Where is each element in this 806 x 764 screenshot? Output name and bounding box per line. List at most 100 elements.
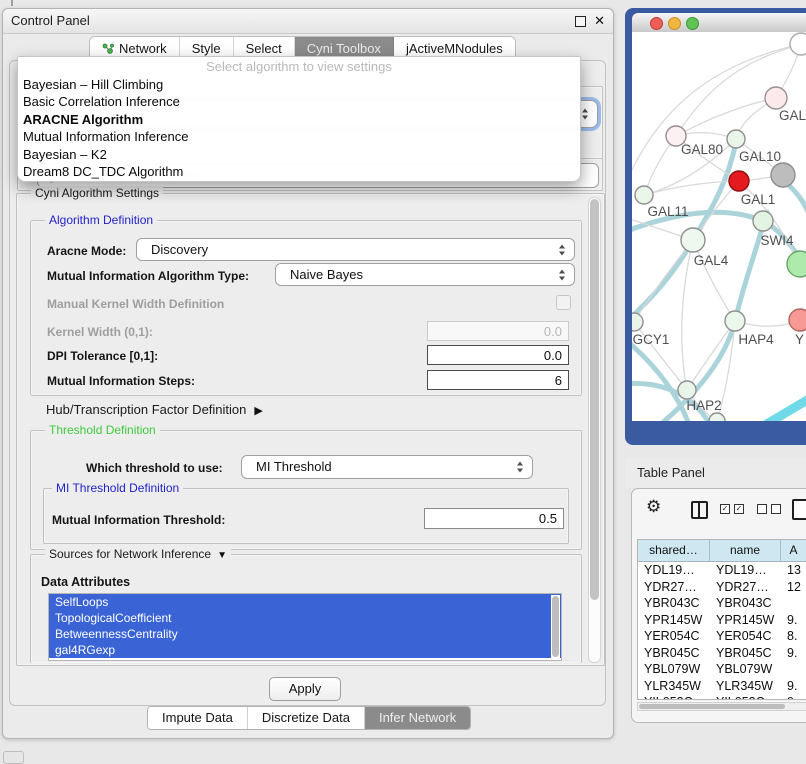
tab-discretize-data[interactable]: Discretize Data bbox=[248, 707, 365, 729]
network-node-gal10[interactable] bbox=[727, 130, 745, 148]
attribute-list-scrollbar[interactable] bbox=[551, 595, 560, 659]
network-node-gal1[interactable] bbox=[729, 171, 749, 191]
dropdown-item[interactable]: Basic Correlation Inference bbox=[18, 93, 580, 110]
columns-icon[interactable] bbox=[691, 501, 708, 519]
network-node-gal[interactable] bbox=[765, 87, 787, 109]
network-node-gal11[interactable] bbox=[635, 186, 653, 204]
network-node[interactable] bbox=[709, 413, 725, 421]
combo-stepper-icon bbox=[559, 269, 566, 280]
column-header-shared-name[interactable]: shared… bbox=[638, 540, 710, 561]
network-edge[interactable] bbox=[682, 240, 693, 390]
data-attributes-list[interactable]: SelfLoopsTopologicalCoefficientBetweenne… bbox=[48, 593, 562, 661]
apply-button[interactable]: Apply bbox=[269, 677, 341, 701]
collapse-arrow-icon[interactable]: ▶ bbox=[254, 404, 262, 417]
zoom-traffic-light[interactable] bbox=[686, 17, 699, 30]
dropdown-item[interactable]: Mutual Information Inference bbox=[18, 128, 580, 145]
control-panel-title: Control Panel bbox=[11, 9, 90, 33]
unchecked-box-icon[interactable] bbox=[771, 504, 781, 514]
attribute-list-scrollbar-thumb[interactable] bbox=[552, 596, 559, 657]
network-node-gcy1[interactable] bbox=[632, 313, 643, 331]
gear-icon[interactable]: ⚙ bbox=[646, 497, 661, 517]
attribute-list-item[interactable]: TopologicalCoefficient bbox=[49, 610, 561, 626]
tab-infer-network[interactable]: Infer Network bbox=[365, 707, 470, 729]
checked-box-icon[interactable]: ✓ bbox=[734, 504, 744, 514]
settings-scrollbar[interactable] bbox=[588, 197, 601, 663]
threshold-definition-title: Threshold Definition bbox=[45, 423, 160, 437]
table-cell: YER054C bbox=[710, 628, 781, 645]
tab-impute-data[interactable]: Impute Data bbox=[148, 707, 248, 729]
node-label: GAL bbox=[779, 108, 806, 123]
aracne-mode-value: Discovery bbox=[151, 239, 208, 260]
table-row[interactable]: YER054CYER054C8. bbox=[638, 628, 806, 645]
which-threshold-combo[interactable]: MI Threshold bbox=[241, 455, 533, 479]
table-header-row: shared… name A bbox=[638, 540, 806, 562]
network-edge[interactable] bbox=[676, 98, 776, 136]
network-node-y[interactable] bbox=[789, 309, 806, 331]
settings-scrollbar-thumb[interactable] bbox=[590, 199, 599, 600]
network-edge[interactable] bbox=[687, 321, 735, 390]
table-row[interactable]: YBR045CYBR045C9. bbox=[638, 645, 806, 662]
unchecked-box-icon[interactable] bbox=[757, 504, 767, 514]
attribute-list-item[interactable]: SelfLoops bbox=[49, 594, 561, 610]
network-canvas[interactable]: GALGAL80GAL10GAL1GAL11SWI4GAL4GCY1HAP4YH… bbox=[632, 32, 806, 421]
network-graph: GALGAL80GAL10GAL1GAL11SWI4GAL4GCY1HAP4YH… bbox=[632, 32, 806, 421]
close-icon[interactable]: ✕ bbox=[594, 12, 605, 30]
network-tab-icon bbox=[102, 43, 114, 55]
document-icon[interactable] bbox=[792, 499, 806, 520]
table-row[interactable]: YBL079WYBL079W bbox=[638, 661, 806, 678]
mi-steps-field[interactable]: 6 bbox=[427, 370, 569, 390]
attribute-list-item[interactable]: BetweennessCentrality bbox=[49, 626, 561, 642]
column-header-partial[interactable]: A bbox=[781, 540, 806, 561]
manual-kernel-width-checkbox[interactable] bbox=[556, 295, 571, 310]
network-node-hap4[interactable] bbox=[725, 311, 745, 331]
table-row[interactable]: YDR27…YDR27…12 bbox=[638, 579, 806, 596]
sources-group-title[interactable]: Sources for Network Inference▼ bbox=[45, 547, 231, 561]
table-horizontal-scrollbar[interactable] bbox=[637, 702, 806, 711]
hub-definition-toggle[interactable]: Hub/Transcription Factor Definition ▶ bbox=[46, 402, 263, 417]
network-node[interactable] bbox=[787, 251, 806, 277]
tab-discretize-data-label: Discretize Data bbox=[262, 710, 350, 725]
checked-box-icon[interactable]: ✓ bbox=[720, 504, 730, 514]
table-cell: YPR145W bbox=[638, 612, 710, 629]
combo-stepper-icon bbox=[559, 244, 566, 255]
network-node[interactable] bbox=[790, 33, 806, 55]
mi-threshold-field[interactable]: 0.5 bbox=[424, 508, 564, 529]
control-panel-titlebar[interactable]: Control Panel ✕ bbox=[3, 9, 613, 34]
dpi-tolerance-label: DPI Tolerance [0,1]: bbox=[47, 349, 158, 363]
network-window-titlebar[interactable] bbox=[632, 13, 806, 33]
table-cell: YBL079W bbox=[638, 661, 710, 678]
dropdown-item[interactable]: ARACNE Algorithm bbox=[18, 111, 580, 128]
aracne-mode-combo[interactable]: Discovery bbox=[136, 238, 575, 261]
table-row[interactable]: YDL19…YDL19…13 bbox=[638, 562, 806, 579]
network-node-gal4[interactable] bbox=[681, 228, 705, 252]
table-cell: YLR345W bbox=[710, 678, 781, 695]
dropdown-item[interactable]: Bayesian – Hill Climbing bbox=[18, 76, 580, 93]
network-edge[interactable] bbox=[632, 337, 690, 421]
column-header-name[interactable]: name bbox=[710, 540, 781, 561]
network-node-hap2[interactable] bbox=[678, 381, 696, 399]
dropdown-item[interactable]: Dream8 DC_TDC Algorithm bbox=[18, 163, 580, 180]
table-row[interactable]: YBR043CYBR043C bbox=[638, 595, 806, 612]
expand-arrow-icon[interactable]: ▼ bbox=[217, 550, 227, 561]
table-panel-title: Table Panel bbox=[637, 458, 705, 488]
network-edge[interactable] bbox=[760, 396, 806, 421]
kernel-width-field[interactable]: 0.0 bbox=[427, 321, 569, 341]
cyni-algorithm-settings-title: Cyni Algorithm Settings bbox=[31, 186, 163, 200]
table-row[interactable]: YPR145WYPR145W9. bbox=[638, 612, 806, 629]
dropdown-item[interactable]: Bayesian – K2 bbox=[18, 146, 580, 163]
network-node[interactable] bbox=[771, 163, 795, 187]
close-traffic-light[interactable] bbox=[650, 17, 663, 30]
table-horizontal-scrollbar-thumb[interactable] bbox=[639, 704, 785, 709]
hub-definition-label: Hub/Transcription Factor Definition bbox=[46, 402, 246, 417]
node-table[interactable]: shared… name A YDL19…YDL19…13YDR27…YDR27… bbox=[637, 539, 806, 700]
table-row[interactable]: YIL052CYIL052C9 bbox=[638, 694, 806, 700]
table-row[interactable]: YLR345WYLR345W9. bbox=[638, 678, 806, 695]
attribute-list-item[interactable]: gal4RGexp bbox=[49, 642, 561, 658]
float-icon[interactable] bbox=[575, 16, 586, 27]
dpi-tolerance-field[interactable]: 0.0 bbox=[427, 345, 569, 365]
minimize-traffic-light[interactable] bbox=[668, 17, 681, 30]
threshold-definition-group: Threshold Definition Which threshold to … bbox=[30, 430, 582, 550]
network-node-swi4[interactable] bbox=[753, 211, 773, 231]
mi-algorithm-type-combo[interactable]: Naive Bayes bbox=[275, 263, 575, 286]
node-label: Y bbox=[795, 332, 804, 347]
